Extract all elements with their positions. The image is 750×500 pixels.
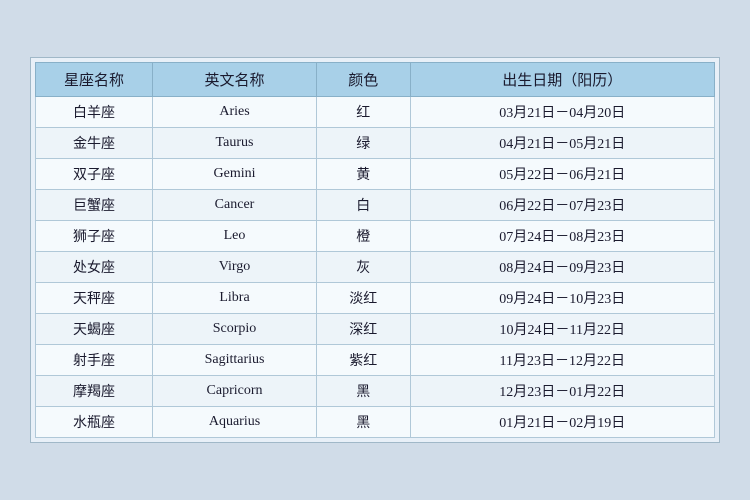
table-row: 狮子座Leo橙07月24日－08月23日: [36, 221, 715, 252]
table-row: 射手座Sagittarius紫红11月23日－12月22日: [36, 345, 715, 376]
cell-english: Sagittarius: [153, 345, 317, 376]
table-row: 白羊座Aries红03月21日－04月20日: [36, 97, 715, 128]
table-row: 摩羯座Capricorn黑12月23日－01月22日: [36, 376, 715, 407]
cell-date: 04月21日－05月21日: [410, 128, 714, 159]
cell-english: Aries: [153, 97, 317, 128]
cell-chinese: 狮子座: [36, 221, 153, 252]
cell-color: 黑: [316, 376, 410, 407]
cell-color: 紫红: [316, 345, 410, 376]
cell-date: 01月21日－02月19日: [410, 407, 714, 438]
cell-english: Scorpio: [153, 314, 317, 345]
header-color: 颜色: [316, 63, 410, 97]
header-english: 英文名称: [153, 63, 317, 97]
cell-chinese: 水瓶座: [36, 407, 153, 438]
cell-english: Libra: [153, 283, 317, 314]
cell-chinese: 天秤座: [36, 283, 153, 314]
cell-english: Gemini: [153, 159, 317, 190]
cell-chinese: 金牛座: [36, 128, 153, 159]
cell-date: 03月21日－04月20日: [410, 97, 714, 128]
table-row: 巨蟹座Cancer白06月22日－07月23日: [36, 190, 715, 221]
table-row: 处女座Virgo灰08月24日－09月23日: [36, 252, 715, 283]
header-chinese: 星座名称: [36, 63, 153, 97]
cell-date: 10月24日－11月22日: [410, 314, 714, 345]
header-date: 出生日期（阳历）: [410, 63, 714, 97]
cell-english: Cancer: [153, 190, 317, 221]
cell-date: 06月22日－07月23日: [410, 190, 714, 221]
cell-english: Capricorn: [153, 376, 317, 407]
cell-chinese: 双子座: [36, 159, 153, 190]
cell-date: 09月24日－10月23日: [410, 283, 714, 314]
zodiac-table-container: 星座名称 英文名称 颜色 出生日期（阳历） 白羊座Aries红03月21日－04…: [30, 57, 720, 443]
cell-color: 淡红: [316, 283, 410, 314]
cell-color: 红: [316, 97, 410, 128]
cell-date: 08月24日－09月23日: [410, 252, 714, 283]
cell-date: 12月23日－01月22日: [410, 376, 714, 407]
cell-chinese: 射手座: [36, 345, 153, 376]
table-body: 白羊座Aries红03月21日－04月20日金牛座Taurus绿04月21日－0…: [36, 97, 715, 438]
cell-chinese: 处女座: [36, 252, 153, 283]
table-row: 天蝎座Scorpio深红10月24日－11月22日: [36, 314, 715, 345]
zodiac-table: 星座名称 英文名称 颜色 出生日期（阳历） 白羊座Aries红03月21日－04…: [35, 62, 715, 438]
cell-english: Leo: [153, 221, 317, 252]
cell-date: 05月22日－06月21日: [410, 159, 714, 190]
cell-color: 深红: [316, 314, 410, 345]
cell-chinese: 白羊座: [36, 97, 153, 128]
table-row: 双子座Gemini黄05月22日－06月21日: [36, 159, 715, 190]
cell-english: Taurus: [153, 128, 317, 159]
cell-color: 白: [316, 190, 410, 221]
table-row: 金牛座Taurus绿04月21日－05月21日: [36, 128, 715, 159]
cell-chinese: 巨蟹座: [36, 190, 153, 221]
cell-color: 灰: [316, 252, 410, 283]
cell-chinese: 摩羯座: [36, 376, 153, 407]
cell-english: Virgo: [153, 252, 317, 283]
cell-chinese: 天蝎座: [36, 314, 153, 345]
cell-date: 11月23日－12月22日: [410, 345, 714, 376]
cell-color: 黑: [316, 407, 410, 438]
cell-date: 07月24日－08月23日: [410, 221, 714, 252]
cell-color: 绿: [316, 128, 410, 159]
cell-english: Aquarius: [153, 407, 317, 438]
cell-color: 橙: [316, 221, 410, 252]
cell-color: 黄: [316, 159, 410, 190]
table-row: 水瓶座Aquarius黑01月21日－02月19日: [36, 407, 715, 438]
table-row: 天秤座Libra淡红09月24日－10月23日: [36, 283, 715, 314]
table-header-row: 星座名称 英文名称 颜色 出生日期（阳历）: [36, 63, 715, 97]
